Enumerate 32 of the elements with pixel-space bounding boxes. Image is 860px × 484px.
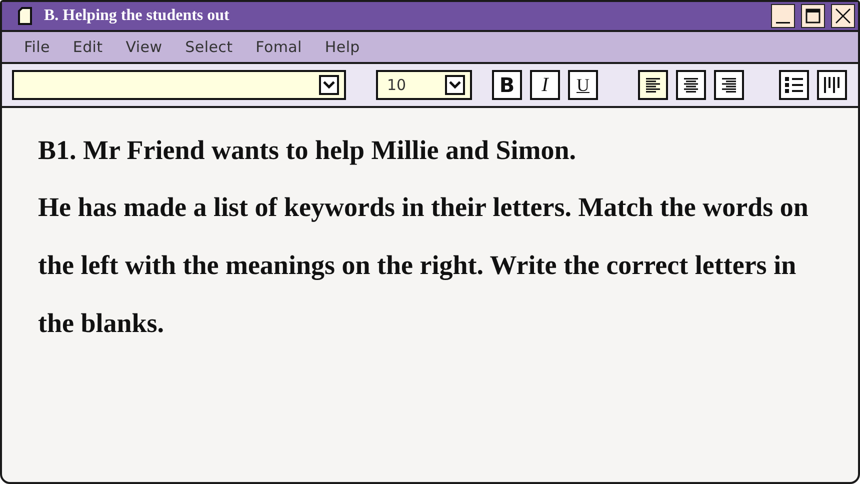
menu-item[interactable]: File xyxy=(24,38,50,56)
menu-item[interactable]: View xyxy=(126,38,162,56)
font-size-dropdown[interactable]: 10 xyxy=(376,70,472,100)
bold-button[interactable]: B xyxy=(492,70,522,100)
caret-icon xyxy=(319,75,339,95)
align-left-button[interactable] xyxy=(638,70,668,100)
window-title: B. Helping the students out xyxy=(44,7,230,25)
close-button[interactable] xyxy=(831,4,855,28)
caret-icon xyxy=(445,75,465,95)
italic-button[interactable]: I xyxy=(530,70,560,100)
underline-button[interactable]: U xyxy=(568,70,598,100)
document-icon xyxy=(18,7,32,25)
align-center-button[interactable] xyxy=(676,70,706,100)
align-right-icon xyxy=(719,75,739,95)
align-left-icon xyxy=(643,75,663,95)
font-dropdown[interactable] xyxy=(12,70,346,100)
paragraph: He has made a list of keywords in their letters. Match the words on the left with the meanings on the right. Write the correct letters in the blanks. xyxy=(38,191,810,340)
minimize-button[interactable] xyxy=(771,4,795,28)
align-center-icon xyxy=(681,75,701,95)
columns-button[interactable] xyxy=(817,70,847,100)
close-icon xyxy=(835,8,851,24)
heading: B1. Mr Friend wants to help Millie and Simon. xyxy=(38,134,578,167)
menu-item[interactable]: Select xyxy=(185,38,233,56)
menu-item[interactable]: Edit xyxy=(72,38,103,56)
minimize-icon xyxy=(776,22,790,24)
bullet-list-button[interactable] xyxy=(779,70,809,100)
maximize-icon xyxy=(805,8,821,24)
align-right-button[interactable] xyxy=(714,70,744,100)
maximize-button[interactable] xyxy=(801,4,825,28)
menu-item[interactable]: Fomal xyxy=(256,38,302,56)
menu-item[interactable]: Help xyxy=(324,38,360,56)
bullet-list-icon xyxy=(783,74,805,96)
